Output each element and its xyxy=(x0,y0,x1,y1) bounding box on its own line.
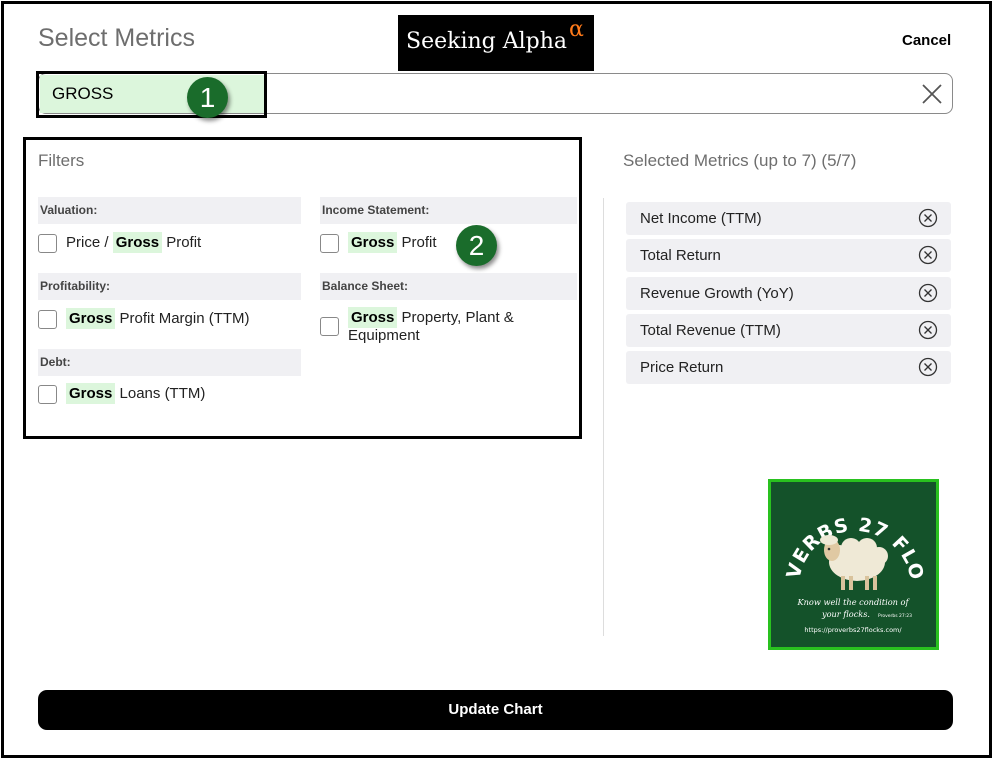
seeking-alpha-logo: Seeking Alphaα xyxy=(398,15,594,71)
svg-text:your flocks.: your flocks. xyxy=(821,609,870,619)
remove-metric-icon[interactable] xyxy=(918,320,938,340)
page-title: Select Metrics xyxy=(38,24,195,52)
selected-metric-net-income: Net Income (TTM) xyxy=(626,202,951,235)
logo-alpha-symbol: α xyxy=(569,17,584,42)
cancel-button[interactable]: Cancel xyxy=(902,32,951,49)
selected-metric-label: Total Revenue (TTM) xyxy=(640,322,781,339)
remove-metric-icon[interactable] xyxy=(918,357,938,377)
annotation-badge-1: 1 xyxy=(187,77,228,118)
remove-metric-icon[interactable] xyxy=(918,208,938,228)
svg-text:Know well the condition of: Know well the condition of xyxy=(797,597,911,607)
remove-metric-icon[interactable] xyxy=(918,283,938,303)
svg-text:https://proverbs27flocks.com/: https://proverbs27flocks.com/ xyxy=(804,626,902,634)
remove-metric-icon[interactable] xyxy=(918,245,938,265)
selected-metric-total-return: Total Return xyxy=(626,239,951,272)
proverbs-27-flocks-watermark: PROVERBS 27 FLOCKS Know well the conditi… xyxy=(763,465,939,650)
selected-metric-label: Price Return xyxy=(640,359,724,376)
svg-text:Proverbs 27:23: Proverbs 27:23 xyxy=(878,613,912,619)
selected-metric-label: Net Income (TTM) xyxy=(640,210,762,227)
selected-metric-label: Total Return xyxy=(640,247,721,264)
panel-divider xyxy=(603,198,604,636)
selected-metric-label: Revenue Growth (YoY) xyxy=(640,285,794,302)
annotation-highlight-filters xyxy=(23,137,582,439)
selected-metric-revenue-growth: Revenue Growth (YoY) xyxy=(626,277,951,310)
sheep-logo-icon: PROVERBS 27 FLOCKS Know well the conditi… xyxy=(763,465,927,634)
clear-search-icon[interactable] xyxy=(920,82,944,106)
update-chart-button[interactable]: Update Chart xyxy=(38,690,953,730)
logo-text: Seeking Alpha xyxy=(406,29,568,54)
annotation-highlight-search xyxy=(36,71,267,118)
selected-metric-price-return: Price Return xyxy=(626,351,951,384)
selected-metrics-title: Selected Metrics (up to 7) (5/7) xyxy=(623,151,857,170)
selected-metric-total-revenue: Total Revenue (TTM) xyxy=(626,314,951,347)
